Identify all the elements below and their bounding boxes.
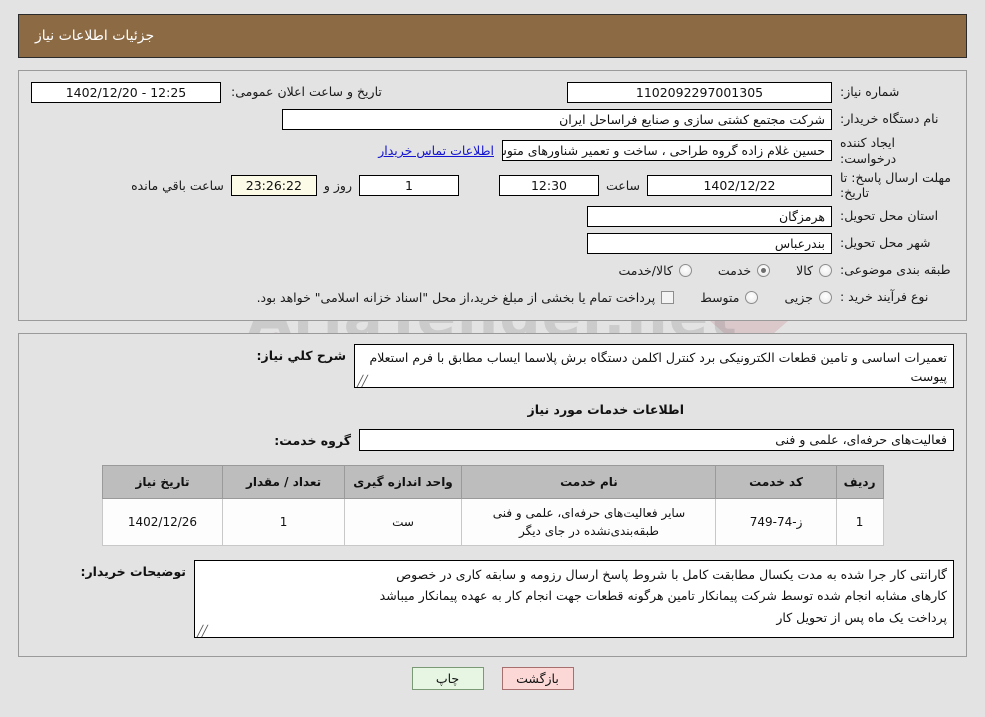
- delivery-province-row: استان محل تحویل: هرمزگان: [31, 205, 954, 227]
- radio-icon[interactable]: [745, 290, 759, 304]
- purchase-process-radiogroup: جزیی متوسط پرداخت تمام یا بخشی از مبلغ خ…: [257, 290, 832, 305]
- general-description-text: تعمیرات اساسی و تامین قطعات الکترونیکی ب…: [369, 350, 947, 385]
- radio-selected-icon[interactable]: [757, 263, 771, 277]
- table-row: 1 ز-74-749 سایر فعالیت‌های حرفه‌ای، علمی…: [101, 498, 884, 546]
- announce-datetime-label: تاریخ و ساعت اعلان عمومی:: [231, 84, 382, 100]
- category-option-khedmat[interactable]: خدمت: [717, 262, 771, 278]
- process-option-label: متوسط: [700, 289, 740, 305]
- checkbox-icon[interactable]: [661, 290, 675, 304]
- days-word-label: روز و: [323, 178, 352, 194]
- purchase-process-label: نوع فرآیند خرید :: [840, 289, 929, 305]
- radio-icon[interactable]: [819, 263, 832, 277]
- delivery-province-label: استان محل تحویل:: [840, 208, 939, 224]
- category-option-label: خدمت: [717, 262, 752, 278]
- subject-category-row: طبقه بندی موضوعی: کالا خدمت کالا/خدمت: [31, 259, 954, 281]
- back-button[interactable]: بازگشت: [501, 667, 574, 690]
- need-number-field[interactable]: 1102092297001305: [567, 81, 832, 103]
- radio-icon[interactable]: [678, 263, 692, 277]
- col-radif: ردیف: [835, 465, 884, 499]
- col-unit: واحد اندازه گیری: [343, 465, 463, 499]
- service-group-field[interactable]: فعالیت‌های حرفه‌ای، علمی و فنی: [359, 429, 954, 451]
- delivery-province-field[interactable]: هرمزگان: [587, 205, 832, 227]
- service-group-row: گروه خدمت: فعالیت‌های حرفه‌ای، علمی و فن…: [31, 429, 954, 451]
- deadline-date-field[interactable]: 1402/12/22: [647, 175, 832, 197]
- resize-grip-icon[interactable]: [197, 627, 206, 636]
- hour-word-label: ساعت: [605, 178, 640, 194]
- cell-radif: 1: [835, 498, 884, 546]
- cell-quantity: 1: [222, 498, 345, 546]
- services-table-wrapper: ردیف کد خدمت نام خدمت واحد اندازه گیری ت…: [31, 465, 954, 546]
- need-info-panel: شماره نیاز: 1102092297001305 تاریخ و ساع…: [18, 70, 967, 321]
- need-number-row: شماره نیاز: 1102092297001305 تاریخ و ساع…: [31, 81, 954, 103]
- countdown-timer-field: 23:26:22: [230, 175, 317, 197]
- islamic-treasury-note: پرداخت تمام یا بخشی از مبلغ خرید،از محل …: [256, 289, 656, 305]
- request-creator-label: ایجاد کننده درخواست:: [840, 135, 897, 166]
- request-creator-field[interactable]: حسین غلام زاده گروه طراحی ، ساخت و تعمیر…: [502, 140, 832, 162]
- services-table: ردیف کد خدمت نام خدمت واحد اندازه گیری ت…: [101, 465, 884, 546]
- response-deadline-label: مهلت ارسال پاسخ: تا تاریخ:: [840, 170, 951, 200]
- buyer-org-field[interactable]: شرکت مجتمع کشتی سازی و صنایع فراساحل ایر…: [282, 108, 832, 130]
- process-option-jozee[interactable]: جزیی: [784, 290, 832, 305]
- general-description-textarea[interactable]: تعمیرات اساسی و تامین قطعات الکترونیکی ب…: [354, 344, 954, 388]
- delivery-city-row: شهر محل تحویل: بندرعباس: [31, 232, 954, 254]
- buyer-notes-row: توضیحات خریدار: گارانتی کار جرا شده به م…: [31, 560, 954, 638]
- request-creator-row: ایجاد کننده درخواست: حسین غلام زاده گروه…: [31, 135, 954, 166]
- subject-category-label: طبقه بندی موضوعی:: [840, 262, 951, 278]
- general-description-label: شرح کلي نیاز:: [256, 348, 346, 363]
- announce-datetime-field[interactable]: 12:25 - 1402/12/20: [31, 81, 221, 103]
- category-option-kala-khedmat[interactable]: کالا/خدمت: [618, 262, 692, 278]
- subject-category-radiogroup: کالا خدمت کالا/خدمت: [592, 263, 832, 278]
- col-service-code: کد خدمت: [715, 465, 837, 499]
- action-button-bar: بازگشت چاپ: [0, 667, 985, 690]
- radio-icon[interactable]: [819, 290, 832, 304]
- buyer-notes-label: توضیحات خریدار:: [80, 564, 186, 579]
- services-section-title: اطلاعات خدمات مورد نیاز: [527, 402, 685, 417]
- process-option-label: جزیی: [784, 289, 813, 305]
- buyer-notes-textarea[interactable]: گارانتی کار جرا شده به مدت یکسال مطابقت …: [194, 560, 954, 638]
- deadline-time-field[interactable]: 12:30: [498, 175, 599, 197]
- buyer-notes-line: گارانتی کار جرا شده به مدت یکسال مطابقت …: [396, 567, 947, 582]
- purchase-process-row: نوع فرآیند خرید : جزیی متوسط پرداخت تمام…: [31, 286, 954, 308]
- page-header: جزئیات اطلاعات نیاز: [18, 14, 967, 58]
- buyer-org-row: نام دستگاه خریدار: شرکت مجتمع کشتی سازی …: [31, 108, 954, 130]
- category-option-kala[interactable]: کالا: [796, 263, 832, 278]
- category-option-label: کالا/خدمت: [618, 262, 673, 278]
- buyer-org-label: نام دستگاه خریدار:: [840, 111, 939, 127]
- table-header-row: ردیف کد خدمت نام خدمت واحد اندازه گیری ت…: [101, 465, 884, 499]
- delivery-city-label: شهر محل تحویل:: [840, 235, 931, 251]
- col-service-name: نام خدمت: [461, 465, 717, 499]
- remaining-days-field[interactable]: 1: [358, 175, 459, 197]
- response-deadline-row: مهلت ارسال پاسخ: تا تاریخ: 1402/12/22 سا…: [31, 171, 954, 200]
- service-details-panel: شرح کلي نیاز: تعمیرات اساسی و تامین قطعا…: [18, 333, 967, 657]
- category-option-label: کالا: [796, 262, 813, 278]
- col-quantity: تعداد / مقدار: [222, 465, 345, 499]
- remaining-hours-label: ساعت باقي مانده: [131, 178, 224, 194]
- delivery-city-field[interactable]: بندرعباس: [587, 232, 832, 254]
- cell-service-code: ز-74-749: [715, 498, 837, 546]
- cell-service-name: سایر فعالیت‌های حرفه‌ای، علمی و فنی طبقه…: [461, 498, 717, 546]
- cell-unit: ست: [343, 498, 463, 546]
- print-button[interactable]: چاپ: [411, 667, 484, 690]
- col-need-date: تاریخ نیاز: [101, 465, 224, 499]
- islamic-treasury-checkbox-item[interactable]: پرداخت تمام یا بخشی از مبلغ خرید،از محل …: [257, 290, 675, 305]
- need-number-label: شماره نیاز:: [840, 84, 900, 100]
- cell-need-date: 1402/12/26: [101, 498, 224, 546]
- general-description-row: شرح کلي نیاز: تعمیرات اساسی و تامین قطعا…: [31, 344, 954, 388]
- buyer-contact-link[interactable]: اطلاعات تماس خریدار: [378, 143, 494, 158]
- buyer-notes-line: پرداخت یک ماه پس از تحویل کار: [776, 609, 947, 625]
- service-group-label: گروه خدمت:: [274, 432, 351, 448]
- resize-grip-icon[interactable]: [357, 377, 366, 386]
- page-title: جزئیات اطلاعات نیاز: [35, 28, 155, 44]
- buyer-notes-line: کارهای مشابه انجام شده توسط شرکت پیمانکا…: [379, 588, 947, 604]
- process-option-motavaset[interactable]: متوسط: [700, 289, 759, 305]
